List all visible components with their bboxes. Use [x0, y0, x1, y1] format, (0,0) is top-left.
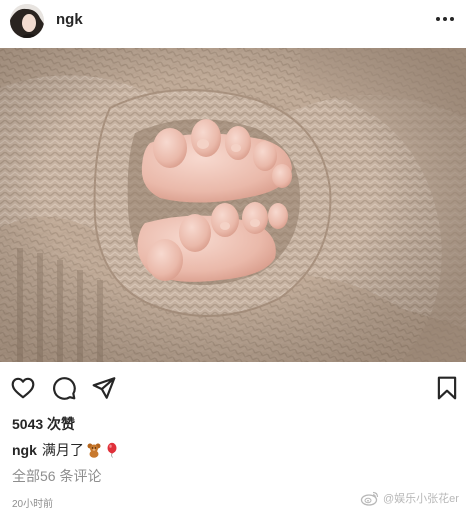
likes-count[interactable]: 5043 次赞 — [12, 414, 75, 434]
caption: ngk 满月了 — [12, 440, 120, 460]
like-button[interactable] — [10, 375, 36, 401]
username[interactable]: ngk — [56, 11, 83, 28]
post-photo[interactable] — [0, 48, 466, 362]
caption-username[interactable]: ngk — [12, 442, 37, 458]
watermark-text: @娱乐小张花er — [383, 493, 459, 505]
heart-icon — [11, 377, 35, 399]
more-dots-icon — [436, 17, 454, 21]
post-header: ngk — [0, 0, 466, 46]
comment-bubble-icon — [53, 377, 76, 400]
view-comments-link[interactable]: 全部56 条评论 — [12, 466, 101, 486]
weibo-icon — [360, 491, 379, 506]
comment-button[interactable] — [51, 375, 77, 401]
bookmark-icon — [437, 376, 457, 400]
caption-text: 满月了 — [41, 442, 84, 458]
share-button[interactable] — [91, 375, 117, 401]
save-button[interactable] — [434, 375, 460, 401]
action-bar — [0, 366, 466, 408]
post-timestamp: 20小时前 — [12, 499, 54, 510]
watermark: @娱乐小张花er — [360, 490, 459, 506]
more-options-button[interactable] — [432, 8, 458, 30]
send-icon — [92, 377, 116, 399]
teddy-bear-icon — [87, 443, 101, 458]
balloon-icon — [107, 442, 117, 458]
avatar[interactable] — [10, 4, 44, 38]
